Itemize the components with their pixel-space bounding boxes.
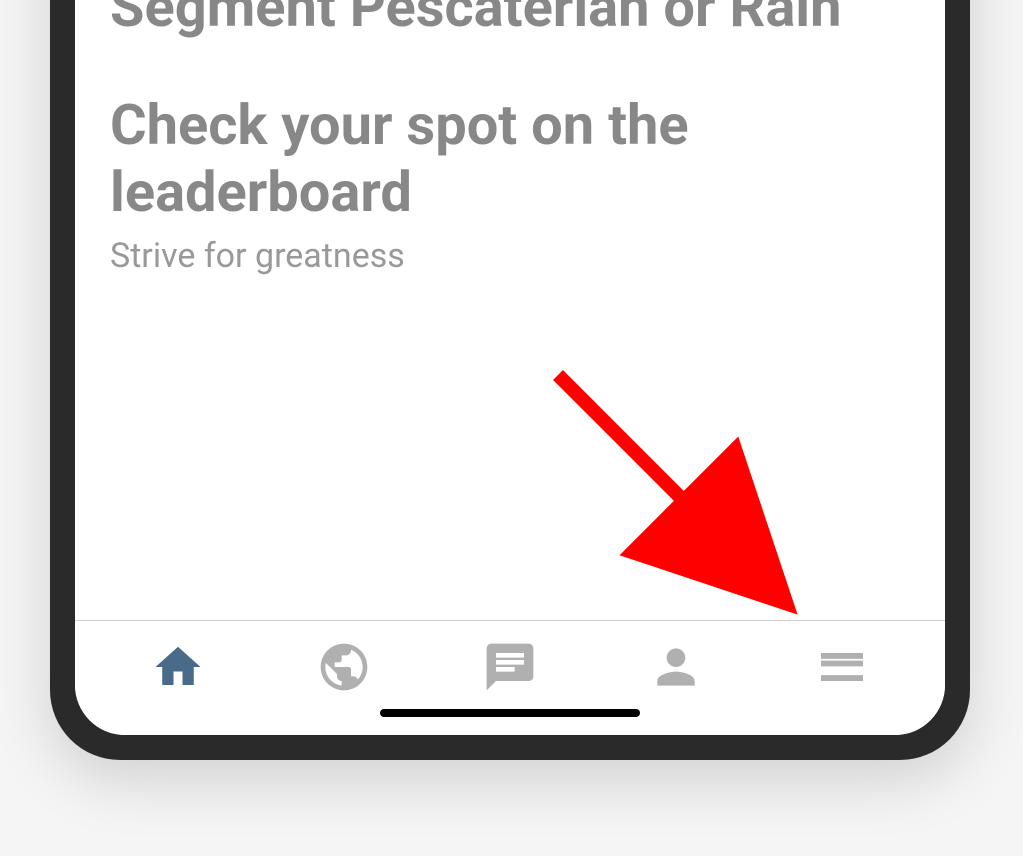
home-icon [151,640,205,698]
person-icon [648,639,704,699]
nav-profile[interactable] [646,639,706,699]
globe-icon [316,639,372,699]
hamburger-icon [814,639,870,699]
nav-menu[interactable] [812,639,872,699]
nav-explore[interactable] [314,639,374,699]
bottom-nav [75,620,945,735]
chat-icon [482,639,538,699]
nav-messages[interactable] [480,639,540,699]
nav-home[interactable] [148,639,208,699]
content-area: Segment Cloudy and Pescaterian Segment P… [75,0,945,620]
device-frame: Segment Cloudy and Pescaterian Segment P… [50,0,970,760]
subtext-strive: Strive for greatness [110,236,910,276]
screen: Segment Cloudy and Pescaterian Segment P… [75,0,945,735]
home-indicator[interactable] [380,709,640,717]
heading-segment-pescaterian[interactable]: Segment Pescaterian or Rain [110,0,910,42]
heading-leaderboard[interactable]: Check your spot on the leaderboard [110,92,910,226]
